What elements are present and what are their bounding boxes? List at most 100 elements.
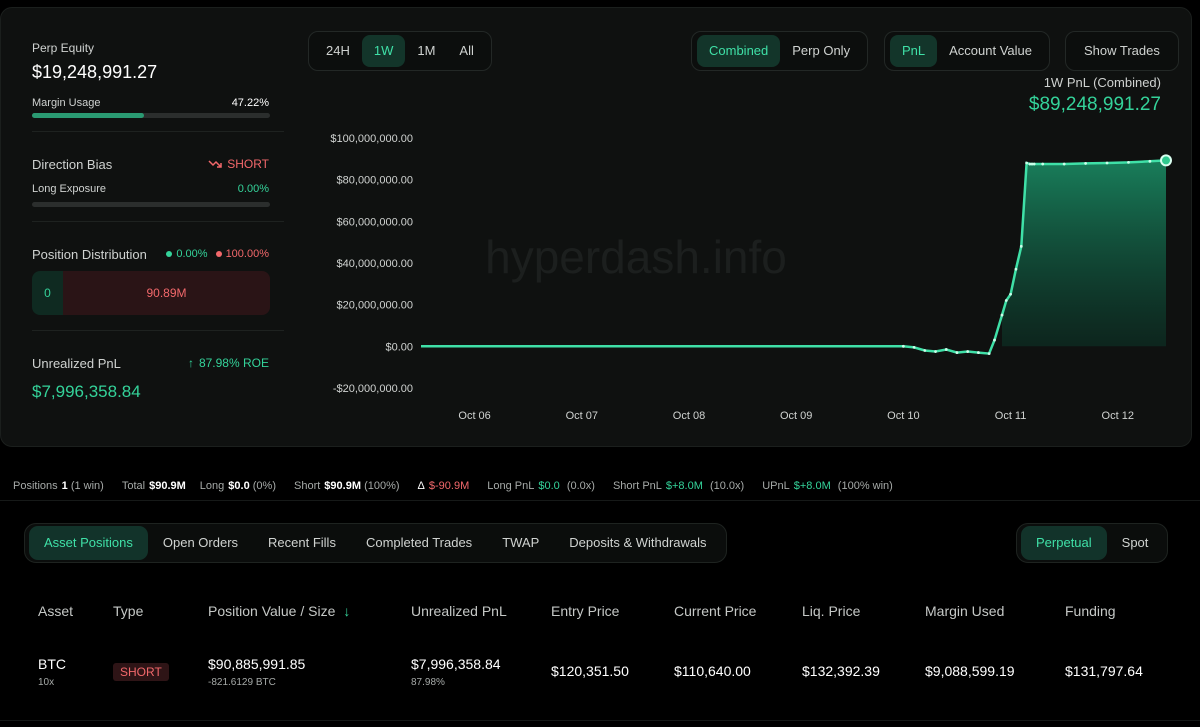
data-point[interactable] [1032, 162, 1036, 166]
data-point[interactable] [1084, 162, 1088, 165]
data-point[interactable] [987, 352, 991, 356]
data-point[interactable] [1004, 299, 1008, 302]
column-header-entry-price[interactable]: Entry Price [551, 603, 619, 619]
data-point[interactable] [1148, 159, 1152, 163]
y-tick-label: $80,000,000.00 [337, 175, 413, 187]
data-point[interactable] [1014, 267, 1018, 271]
perp-equity-section: Perp Equity $19,248,991.27 [32, 41, 270, 83]
column-header-funding[interactable]: Funding [1065, 603, 1116, 619]
x-tick-label: Oct 09 [780, 410, 812, 422]
dist-long-pct: 0.00% [176, 248, 208, 260]
data-point[interactable] [1000, 313, 1004, 317]
data-point[interactable] [934, 350, 937, 353]
stat-value: $-90.9M [428, 480, 470, 492]
divider [0, 500, 1200, 501]
mode-combined[interactable]: Combined [697, 35, 781, 67]
stat-value: $0.0 [228, 480, 250, 492]
data-point[interactable] [955, 351, 959, 354]
data-point[interactable] [993, 338, 996, 342]
stat-value: $90.9M [324, 480, 361, 492]
column-header-liq-price[interactable]: Liq. Price [802, 603, 860, 619]
data-point[interactable] [1127, 160, 1130, 164]
data-point[interactable] [1105, 161, 1109, 165]
margin-usage-fill [32, 113, 145, 118]
tab-twap[interactable]: TWAP [487, 526, 554, 560]
pnl-chart[interactable]: hyperdash.info $100,000,000.00 $80,000,00… [301, 113, 1181, 433]
data-point[interactable] [901, 344, 905, 348]
stat-long-pnl: Long PnL $0.0 (0.0x) [487, 480, 599, 492]
stat-value: $0.0 [538, 480, 560, 492]
timeframe-all[interactable]: All [447, 35, 485, 67]
tab-perpetual[interactable]: Perpetual [1021, 526, 1107, 560]
x-tick-label: Oct 06 [458, 410, 490, 422]
asset-cell[interactable]: BTC [38, 656, 66, 672]
stat-label: Total [121, 480, 146, 492]
data-point[interactable] [1019, 244, 1023, 248]
y-tick-label: $0.00 [385, 341, 413, 353]
timeframe-24h[interactable]: 24H [314, 35, 362, 67]
stat-extra: (10.0x) [709, 480, 745, 492]
trend-down-icon [208, 160, 222, 168]
column-header-position-value-size[interactable]: Position Value / Size ↓ [208, 603, 350, 619]
data-point[interactable] [944, 348, 948, 351]
positions-tabs: Asset Positions Open Orders Recent Fills Co… [24, 523, 727, 563]
stat-label: Positions [13, 480, 58, 492]
divider [32, 221, 284, 222]
stat-label: Long PnL [487, 480, 535, 492]
arrow-up-icon: ↑ [187, 356, 194, 370]
data-point[interactable] [1062, 162, 1066, 166]
x-tick-label: Oct 11 [995, 410, 1027, 422]
x-tick-label: Oct 07 [566, 410, 598, 422]
current-price-cell: $110,640.00 [674, 663, 751, 679]
data-point[interactable] [1041, 162, 1045, 166]
x-tick-label: Oct 10 [887, 410, 919, 422]
data-point[interactable] [966, 350, 970, 353]
leverage-cell: 10x [38, 677, 55, 688]
column-header-type[interactable]: Type [113, 603, 143, 619]
tab-completed-trades[interactable]: Completed Trades [351, 526, 487, 560]
show-trades-button[interactable]: Show Trades [1065, 31, 1179, 71]
position-value-cell: $90,885,991.85 [208, 656, 306, 672]
data-point[interactable] [912, 345, 916, 349]
data-point[interactable] [1025, 161, 1029, 165]
position-distribution-bar: 0 90.89M [32, 271, 270, 315]
timeframe-1m[interactable]: 1M [405, 35, 447, 67]
margin-used-cell: $9,088,599.19 [925, 663, 1015, 679]
column-header-asset[interactable]: Asset [38, 603, 73, 619]
stat-label: Short PnL [612, 480, 662, 492]
tab-asset-positions[interactable]: Asset Positions [29, 526, 148, 560]
tab-deposits-withdrawals[interactable]: Deposits & Withdrawals [554, 526, 721, 560]
x-tick-label: Oct 12 [1102, 410, 1134, 422]
dist-short-segment: 90.89M [63, 271, 270, 315]
tab-open-orders[interactable]: Open Orders [148, 526, 253, 560]
last-point-marker[interactable] [1160, 154, 1172, 167]
stat-short: Short $90.9M (100%) [294, 480, 404, 492]
column-header-margin-used[interactable]: Margin Used [925, 603, 1004, 619]
metric-pnl[interactable]: PnL [890, 35, 938, 67]
data-point[interactable] [1009, 292, 1012, 296]
type-badge: SHORT [113, 663, 169, 681]
direction-bias-badge: SHORT [208, 157, 269, 171]
long-exposure-label: Long Exposure [32, 183, 106, 195]
mode-perp-only[interactable]: Perp Only [780, 35, 862, 67]
timeframe-1w[interactable]: 1W [361, 35, 406, 67]
y-tick-label: $100,000,000.00 [330, 133, 413, 145]
unrealized-pnl-value: $7,996,358.84 [32, 382, 141, 401]
mode-selector: Combined Perp Only [691, 31, 869, 71]
liq-price-cell: $132,392.39 [802, 663, 880, 679]
sort-arrow-icon[interactable]: ↓ [343, 603, 350, 619]
tab-recent-fills[interactable]: Recent Fills [253, 526, 351, 560]
stat-value: $+8.0M [793, 480, 831, 492]
stat-positions: Positions 1 (1 win) [13, 480, 108, 492]
data-point[interactable] [977, 351, 980, 354]
stat-value: $90.9M [149, 480, 186, 492]
stat-label: UPnL [762, 480, 790, 492]
x-tick-label: Oct 08 [673, 410, 705, 422]
tab-spot[interactable]: Spot [1107, 526, 1164, 560]
long-exposure-bar [32, 202, 270, 207]
metric-account-value[interactable]: Account Value [937, 35, 1044, 67]
column-header-unrealized-pnl[interactable]: Unrealized PnL [411, 603, 507, 619]
stat-extra: (0.0x) [566, 480, 595, 492]
column-header-current-price[interactable]: Current Price [674, 603, 756, 619]
data-point[interactable] [923, 349, 927, 352]
